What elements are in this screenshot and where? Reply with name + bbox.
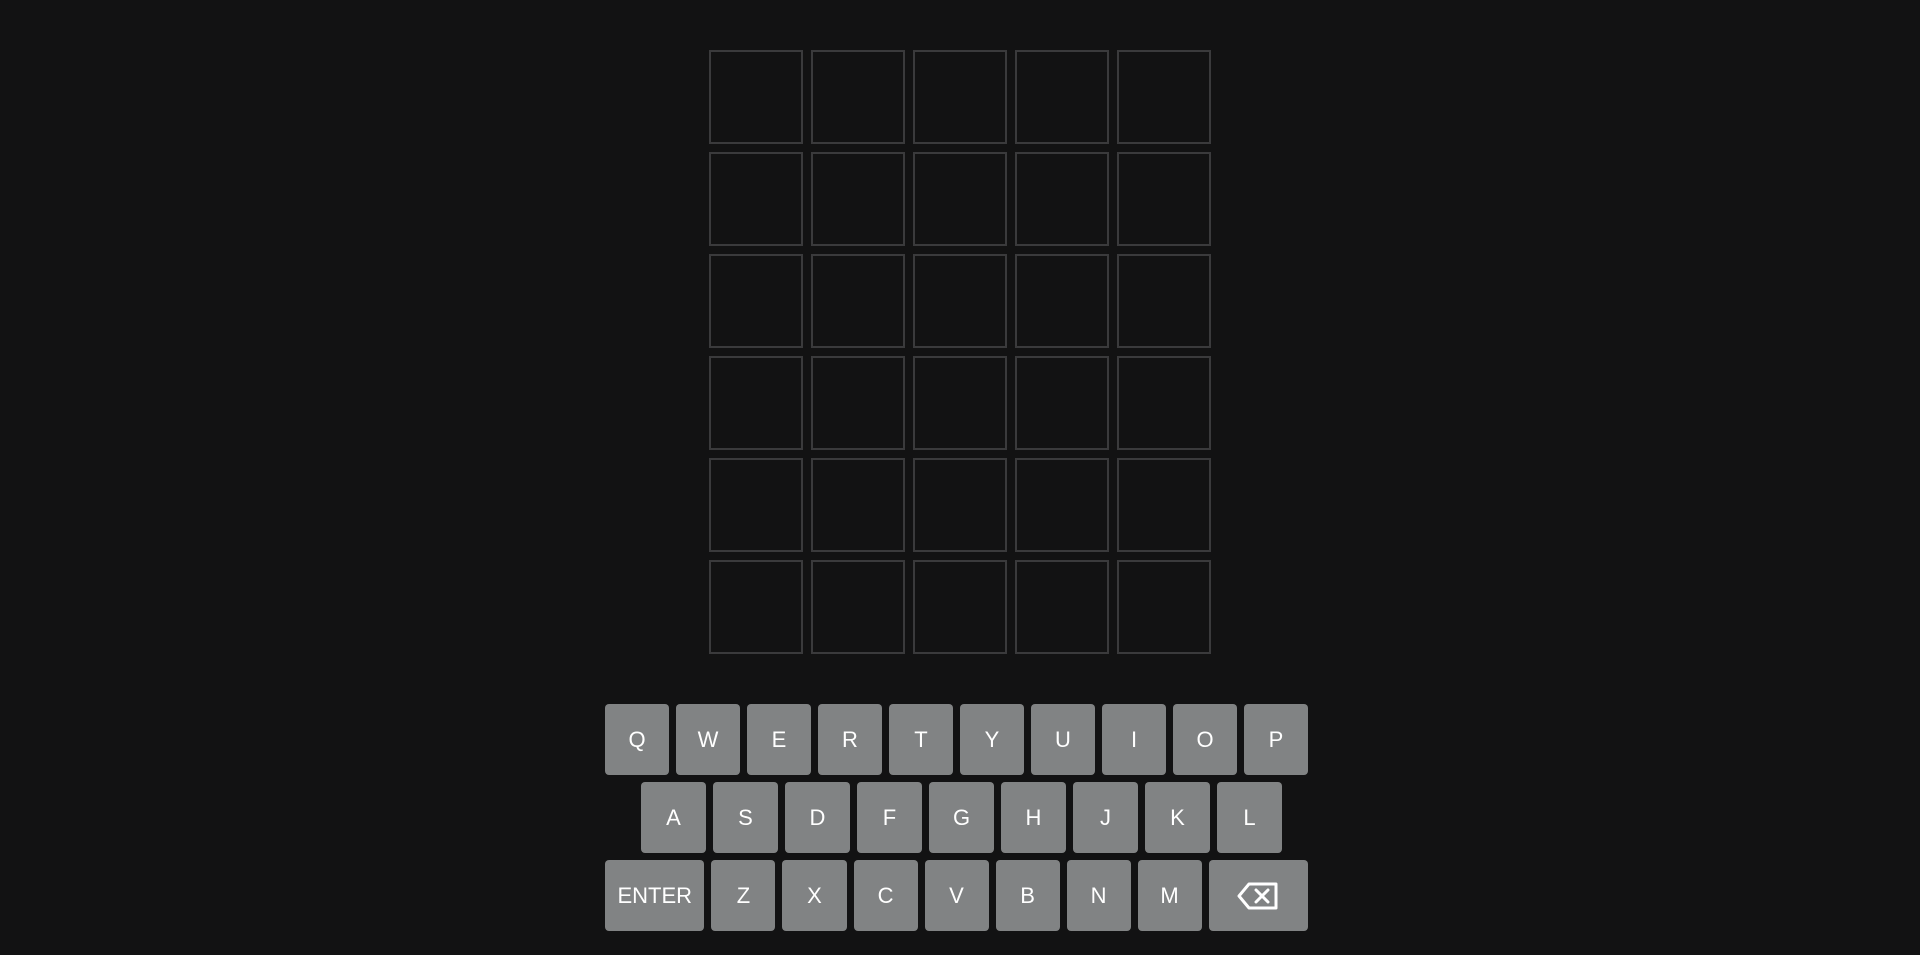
board-tile [1117,254,1211,348]
key-t[interactable]: T [889,704,953,775]
key-c[interactable]: C [853,860,918,931]
key-x[interactable]: X [782,860,847,931]
enter-key[interactable]: ENTER [605,860,705,931]
board-tile [811,50,905,144]
board-tile [709,152,803,246]
board-tile [811,458,905,552]
keyboard-row-2: ASDFGHJKL [605,782,1315,853]
key-b[interactable]: B [995,860,1060,931]
key-g[interactable]: G [929,782,994,853]
backspace-icon [1236,881,1280,911]
board-tile [811,254,905,348]
board-tile [1015,356,1109,450]
key-r[interactable]: R [818,704,882,775]
board-tile [913,254,1007,348]
on-screen-keyboard: QWERTYUIOP ASDFGHJKL ENTER ZXCVBNM [605,704,1315,938]
board-tile [709,458,803,552]
key-a[interactable]: A [641,782,706,853]
key-k[interactable]: K [1145,782,1210,853]
key-f[interactable]: F [857,782,922,853]
key-w[interactable]: W [676,704,740,775]
board-tile [1117,152,1211,246]
board-tile [811,356,905,450]
key-d[interactable]: D [785,782,850,853]
game-app: QWERTYUIOP ASDFGHJKL ENTER ZXCVBNM [0,0,1920,955]
board-tile [913,458,1007,552]
board-tile [1015,254,1109,348]
key-p[interactable]: P [1244,704,1308,775]
board-tile [913,560,1007,654]
board-tile [811,560,905,654]
board-tile [1015,152,1109,246]
game-board [709,50,1211,654]
board-tile [811,152,905,246]
board-tile [1117,560,1211,654]
key-o[interactable]: O [1173,704,1237,775]
board-tile [1117,50,1211,144]
board-tile [913,152,1007,246]
key-h[interactable]: H [1001,782,1066,853]
board-tile [709,254,803,348]
board-tile [709,356,803,450]
key-q[interactable]: Q [605,704,669,775]
board-tile [1117,356,1211,450]
key-j[interactable]: J [1073,782,1138,853]
board-tile [709,50,803,144]
board-tile [913,50,1007,144]
key-z[interactable]: Z [711,860,776,931]
backspace-key[interactable] [1208,860,1309,931]
key-s[interactable]: S [713,782,778,853]
board-tile [1117,458,1211,552]
key-u[interactable]: U [1031,704,1095,775]
board-tile [913,356,1007,450]
board-tile [709,560,803,654]
key-i[interactable]: I [1102,704,1166,775]
keyboard-row-3: ENTER ZXCVBNM [605,860,1315,931]
board-tile [1015,458,1109,552]
board-tile [1015,50,1109,144]
key-y[interactable]: Y [960,704,1024,775]
key-m[interactable]: M [1137,860,1202,931]
key-v[interactable]: V [924,860,989,931]
key-n[interactable]: N [1066,860,1131,931]
board-tile [1015,560,1109,654]
key-l[interactable]: L [1217,782,1282,853]
key-e[interactable]: E [747,704,811,775]
keyboard-row-1: QWERTYUIOP [605,704,1315,775]
